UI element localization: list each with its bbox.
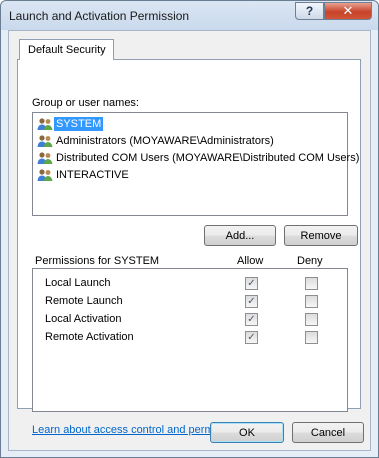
cancel-button[interactable]: Cancel bbox=[292, 422, 364, 443]
help-button[interactable]: ? bbox=[295, 2, 324, 20]
tab-panel: Group or user names: SYSTEM Administrato… bbox=[17, 59, 361, 436]
deny-checkbox[interactable] bbox=[305, 313, 318, 326]
add-button[interactable]: Add... bbox=[204, 225, 276, 246]
perm-label: Remote Launch bbox=[45, 295, 123, 307]
user-group-icon bbox=[37, 117, 53, 131]
allow-checkbox[interactable]: ✓ bbox=[245, 295, 258, 308]
user-group-icon bbox=[37, 168, 53, 182]
perm-label: Local Launch bbox=[45, 277, 111, 289]
perm-label: Remote Activation bbox=[45, 331, 134, 343]
list-item-interactive[interactable]: INTERACTIVE bbox=[37, 167, 131, 183]
dialog-window: Launch and Activation Permission ? ✕ Def… bbox=[0, 0, 379, 458]
deny-header: Deny bbox=[297, 255, 323, 267]
dialog-client-area: Default Security Group or user names: SY… bbox=[8, 30, 371, 451]
list-item-label: INTERACTIVE bbox=[56, 169, 129, 181]
user-group-icon bbox=[37, 151, 53, 165]
perm-row-remote-activation: Remote Activation ✓ bbox=[33, 329, 347, 347]
list-item-administrators[interactable]: Administrators (MOYAWARE\Administrators) bbox=[37, 133, 276, 149]
allow-header: Allow bbox=[237, 255, 264, 267]
permissions-box: Permissions for SYSTEM Allow Deny Local … bbox=[32, 255, 348, 412]
list-item-system[interactable]: SYSTEM bbox=[37, 116, 104, 132]
allow-checkbox[interactable]: ✓ bbox=[245, 313, 258, 326]
permissions-title: Permissions for SYSTEM bbox=[35, 255, 160, 267]
user-group-icon bbox=[37, 134, 53, 148]
list-item-label: Distributed COM Users (MOYAWARE\Distribu… bbox=[56, 152, 360, 164]
deny-checkbox[interactable] bbox=[305, 277, 318, 290]
ok-button[interactable]: OK bbox=[210, 422, 284, 443]
perm-row-remote-launch: Remote Launch ✓ bbox=[33, 293, 347, 311]
deny-checkbox[interactable] bbox=[305, 331, 318, 344]
allow-checkbox[interactable]: ✓ bbox=[245, 277, 258, 290]
list-item-label: Administrators (MOYAWARE\Administrators) bbox=[56, 135, 274, 147]
group-user-list[interactable]: SYSTEM Administrators (MOYAWARE\Administ… bbox=[32, 112, 359, 216]
close-button[interactable]: ✕ bbox=[324, 2, 372, 20]
list-item-distributed-com-users[interactable]: Distributed COM Users (MOYAWARE\Distribu… bbox=[37, 150, 361, 166]
perm-row-local-launch: Local Launch ✓ bbox=[33, 275, 347, 293]
window-title: Launch and Activation Permission bbox=[9, 9, 190, 23]
remove-button[interactable]: Remove bbox=[284, 225, 358, 246]
list-item-label: SYSTEM bbox=[54, 117, 104, 131]
tab-default-security[interactable]: Default Security bbox=[19, 39, 114, 60]
deny-checkbox[interactable] bbox=[305, 295, 318, 308]
allow-checkbox[interactable]: ✓ bbox=[245, 331, 258, 344]
title-bar[interactable]: Launch and Activation Permission ? ✕ bbox=[1, 1, 378, 30]
group-label: Group or user names: bbox=[32, 97, 139, 109]
perm-label: Local Activation bbox=[45, 313, 122, 325]
perm-row-local-activation: Local Activation ✓ bbox=[33, 311, 347, 329]
